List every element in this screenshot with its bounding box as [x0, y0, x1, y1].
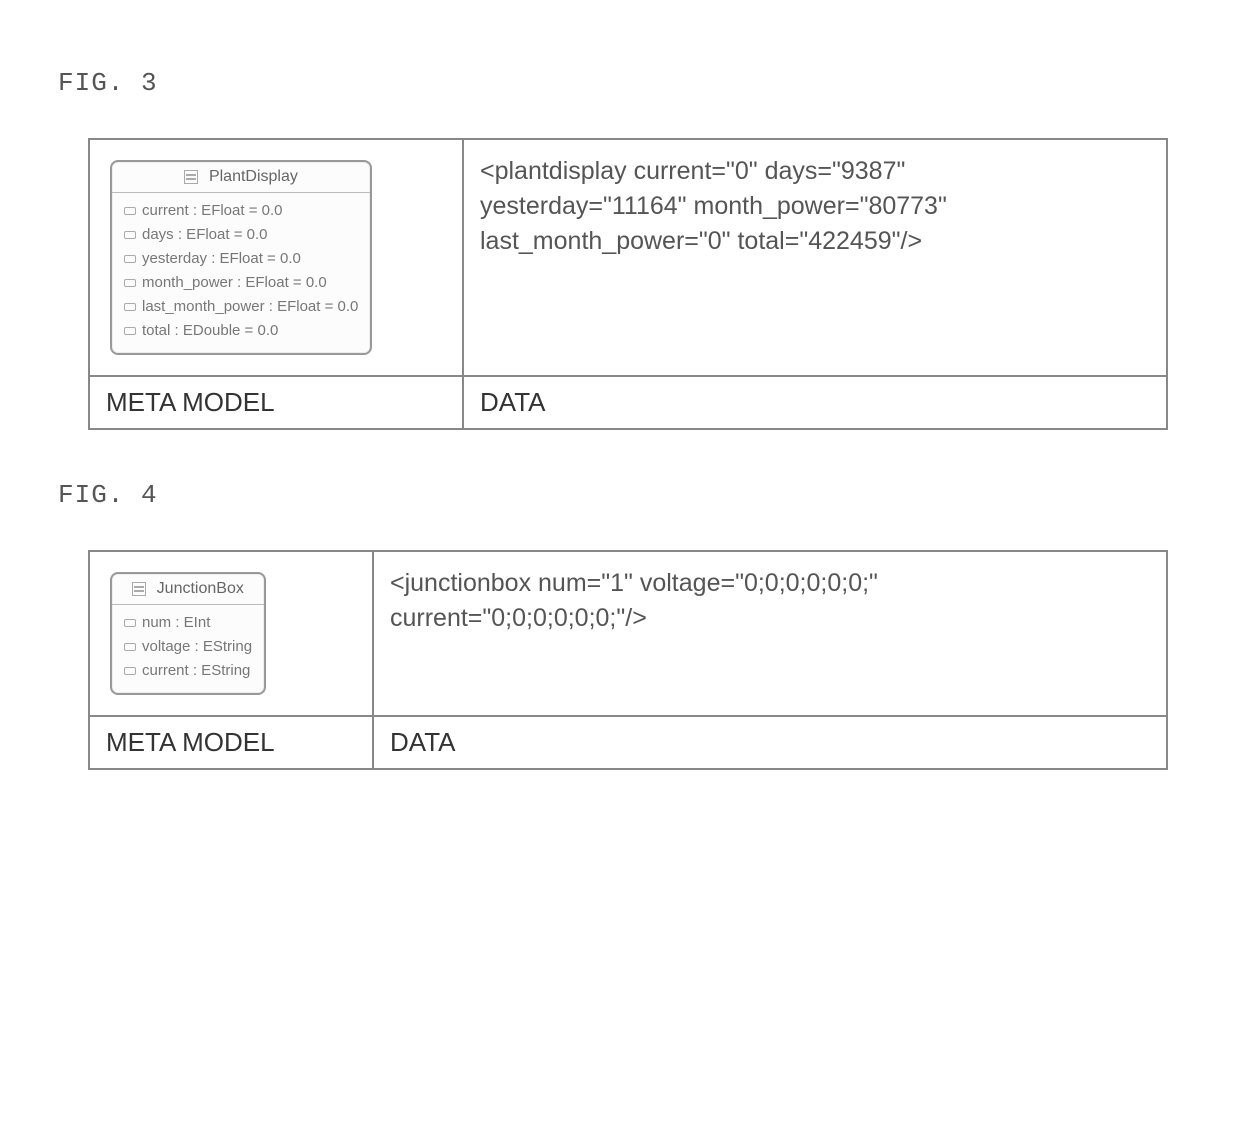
attr-icon	[124, 327, 136, 335]
uml-class-title: JunctionBox	[112, 574, 264, 605]
xml-data-line: current="0;0;0;0;0;0;"/>	[390, 601, 1150, 636]
uml-attr-text: total : EDouble = 0.0	[142, 322, 278, 339]
xml-data-line: <junctionbox num="1" voltage="0;0;0;0;0;…	[390, 566, 1150, 601]
figure-label-3: FIG. 3	[58, 68, 1198, 98]
attr-icon	[124, 231, 136, 239]
fig4-data-header: DATA	[373, 716, 1167, 769]
uml-class-name: JunctionBox	[157, 580, 244, 597]
fig3-data-cell: <plantdisplay current="0" days="9387" ye…	[463, 139, 1167, 376]
uml-attr: current : EFloat = 0.0	[124, 199, 358, 223]
uml-attr-text: last_month_power : EFloat = 0.0	[142, 298, 358, 315]
uml-attr: month_power : EFloat = 0.0	[124, 271, 358, 295]
uml-attr-text: current : EString	[142, 662, 250, 679]
xml-data-line: last_month_power="0" total="422459"/>	[480, 224, 1150, 259]
xml-data-line: <plantdisplay current="0" days="9387"	[480, 154, 1150, 189]
uml-class-junctionbox: JunctionBox num : EInt voltage : EString…	[110, 572, 266, 695]
uml-attr: yesterday : EFloat = 0.0	[124, 247, 358, 271]
uml-attr: total : EDouble = 0.0	[124, 319, 358, 343]
uml-attrs: num : EInt voltage : EString current : E…	[112, 605, 264, 693]
uml-attrs: current : EFloat = 0.0 days : EFloat = 0…	[112, 193, 370, 353]
uml-attr: days : EFloat = 0.0	[124, 223, 358, 247]
attr-icon	[124, 643, 136, 651]
xml-data-line: yesterday="11164" month_power="80773"	[480, 189, 1150, 224]
fig3-meta-cell: PlantDisplay current : EFloat = 0.0 days…	[89, 139, 463, 376]
class-icon	[132, 582, 146, 596]
attr-icon	[124, 619, 136, 627]
fig3-table: PlantDisplay current : EFloat = 0.0 days…	[88, 138, 1168, 430]
attr-icon	[124, 279, 136, 287]
fig4-table: JunctionBox num : EInt voltage : EString…	[88, 550, 1168, 770]
uml-attr-text: days : EFloat = 0.0	[142, 226, 268, 243]
attr-icon	[124, 255, 136, 263]
attr-icon	[124, 303, 136, 311]
fig3-meta-header: META MODEL	[89, 376, 463, 429]
attr-icon	[124, 667, 136, 675]
uml-attr: num : EInt	[124, 611, 252, 635]
uml-attr-text: voltage : EString	[142, 638, 252, 655]
fig3-data-header: DATA	[463, 376, 1167, 429]
fig4-meta-header: META MODEL	[89, 716, 373, 769]
figure-label-4: FIG. 4	[58, 480, 1198, 510]
class-icon	[184, 170, 198, 184]
uml-class-title: PlantDisplay	[112, 162, 370, 193]
uml-attr-text: current : EFloat = 0.0	[142, 202, 283, 219]
fig4-meta-cell: JunctionBox num : EInt voltage : EString…	[89, 551, 373, 716]
uml-attr-text: yesterday : EFloat = 0.0	[142, 250, 301, 267]
attr-icon	[124, 207, 136, 215]
uml-attr-text: num : EInt	[142, 614, 210, 631]
uml-attr: last_month_power : EFloat = 0.0	[124, 295, 358, 319]
uml-attr: voltage : EString	[124, 635, 252, 659]
uml-attr-text: month_power : EFloat = 0.0	[142, 274, 327, 291]
uml-attr: current : EString	[124, 659, 252, 683]
fig4-data-cell: <junctionbox num="1" voltage="0;0;0;0;0;…	[373, 551, 1167, 716]
uml-class-name: PlantDisplay	[209, 168, 298, 185]
uml-class-plantdisplay: PlantDisplay current : EFloat = 0.0 days…	[110, 160, 372, 355]
